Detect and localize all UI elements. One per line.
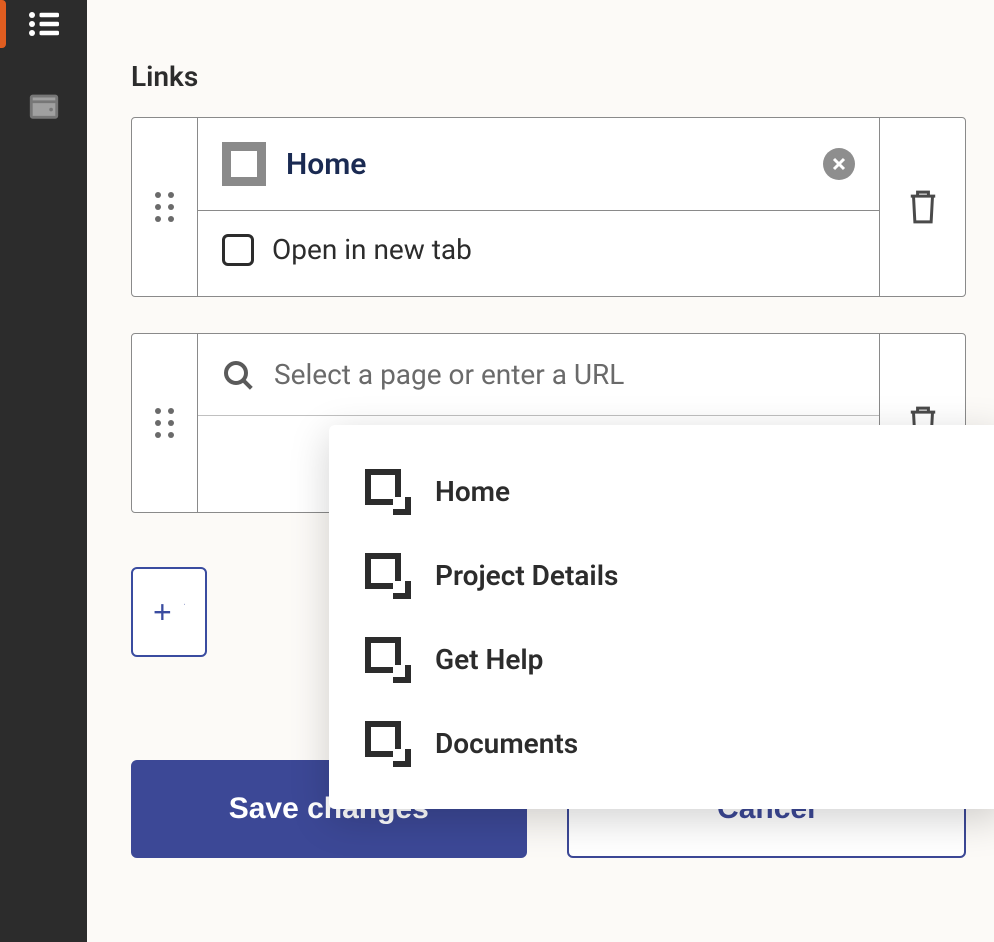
dropdown-option-home[interactable]: Home (329, 449, 994, 533)
sidebar-item-list[interactable] (0, 0, 87, 48)
page-name: Home (286, 147, 803, 182)
drag-handle[interactable] (132, 334, 198, 512)
drag-icon (155, 408, 174, 438)
page-icon (365, 553, 409, 597)
checkbox[interactable] (222, 234, 254, 266)
search-placeholder: Select a page or enter a URL (274, 358, 855, 391)
page-icon (365, 469, 409, 513)
links-heading: Links (131, 60, 966, 93)
drag-handle[interactable] (132, 118, 198, 296)
page-icon (365, 721, 409, 765)
dropdown-option-project-details[interactable]: Project Details (329, 533, 994, 617)
page-icon (365, 637, 409, 681)
close-icon (832, 157, 846, 171)
clear-button[interactable] (823, 148, 855, 180)
wallet-icon (27, 89, 61, 123)
dropdown-option-label: Documents (435, 727, 578, 760)
list-icon (26, 6, 62, 42)
plus-icon: + (153, 596, 172, 628)
drag-icon (155, 192, 174, 222)
page-select-field[interactable]: Home (198, 118, 879, 211)
dropdown-option-label: Project Details (435, 559, 618, 592)
page-dropdown: Home Project Details Get Help Documents (329, 425, 994, 809)
dropdown-option-label: Get Help (435, 643, 543, 676)
add-link-label: Add link (184, 581, 185, 643)
checkbox-label: Open in new tab (272, 233, 472, 266)
main-content: Links Home Open in new tab (87, 0, 994, 942)
open-new-tab-row[interactable]: Open in new tab (198, 211, 879, 288)
trash-icon[interactable] (906, 188, 940, 226)
page-search-field[interactable]: Select a page or enter a URL (198, 334, 879, 416)
dropdown-option-get-help[interactable]: Get Help (329, 617, 994, 701)
add-link-button[interactable]: + Add link (131, 567, 207, 657)
dropdown-option-documents[interactable]: Documents (329, 701, 994, 785)
search-icon (222, 359, 254, 391)
delete-column (879, 118, 965, 296)
link-row: Home Open in new tab (131, 117, 966, 297)
link-content: Home Open in new tab (198, 118, 879, 296)
dropdown-option-label: Home (435, 475, 510, 508)
sidebar-active-indicator (0, 0, 6, 48)
sidebar-item-wallet[interactable] (0, 82, 87, 130)
page-icon (222, 142, 266, 186)
sidebar (0, 0, 87, 942)
